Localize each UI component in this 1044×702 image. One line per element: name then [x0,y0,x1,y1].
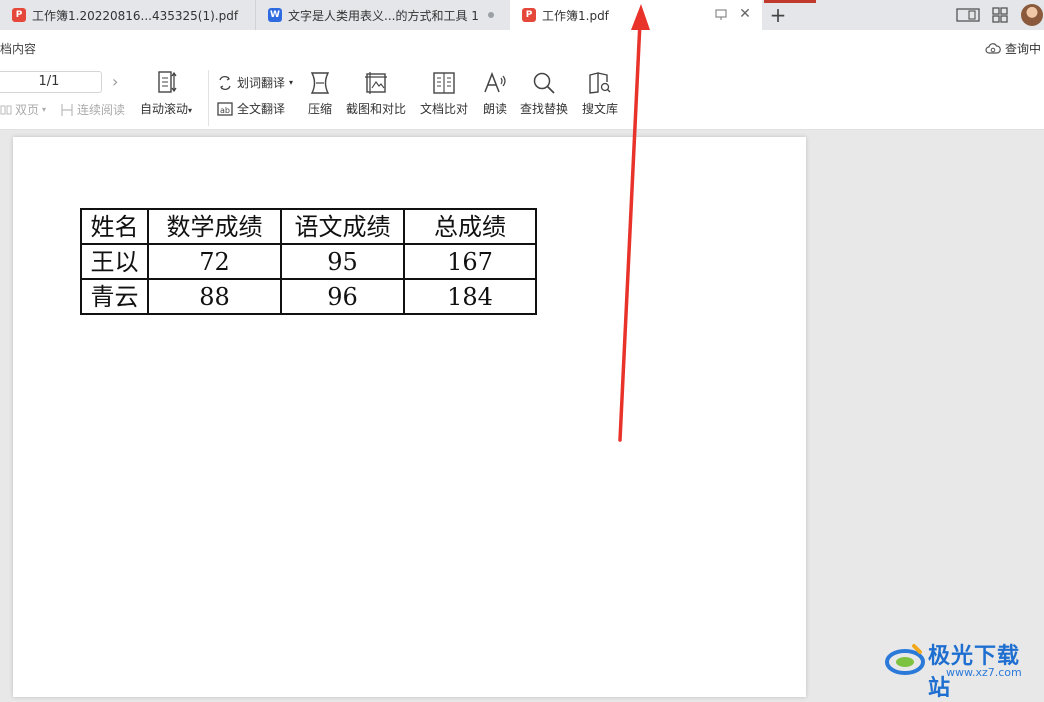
query-label: 查询中 [1005,42,1042,56]
table-cell: 青云 [80,278,149,315]
table-cell: 88 [147,278,282,315]
double-page-icon [0,105,12,114]
header-cell-math: 数学成绩 [147,208,282,245]
query-button[interactable]: 查询中 [985,40,1041,57]
auto-scroll-label: 自动滚动 [140,102,189,116]
close-tab-icon[interactable]: ✕ [738,7,752,21]
full-translate-button[interactable]: ab 全文翻译 [217,100,285,117]
double-page-button[interactable]: 双页 ▾ [0,101,46,118]
cloud-search-icon [985,42,1001,54]
table-cell: 184 [403,278,537,315]
header-cell-name: 姓名 [80,208,149,245]
screenshot-compare-icon [365,72,387,94]
auto-scroll-icon [158,71,177,93]
doc-compare-button[interactable]: 文档比对 [420,70,468,117]
tab-word-doc[interactable]: W 文字是人类用表义...的方式和工具 1 [255,0,510,30]
continuous-read-label: 连续阅读 [77,103,126,117]
watermark-logo-icon [885,644,925,675]
dropdown-caret-icon: ▾ [289,78,294,87]
pdf-icon: P [522,8,536,22]
search-icon [533,72,555,94]
toolbar-divider [208,70,209,126]
page-number-input[interactable]: 1/1 [0,71,102,93]
compress-label: 压缩 [307,102,332,116]
word-translate-icon [219,75,231,90]
tab-label: 工作簿1.20220816...435325(1).pdf [32,8,239,23]
site-watermark: 极光下载站 www.xz7.com [884,636,1040,701]
screenshot-compare-button[interactable]: 截图和对比 [346,70,406,117]
doc-compare-label: 文档比对 [420,102,469,116]
table-row: 王以 72 95 167 [80,243,537,280]
dropdown-caret-icon: ▾ [42,105,47,114]
pdf-icon: P [12,8,26,22]
read-aloud-icon [484,71,506,93]
pdf-page: 姓名 数学成绩 语文成绩 总成绩 王以 72 95 167 青云 88 96 1… [13,137,806,697]
continuous-read-icon [61,103,73,116]
full-translate-label: 全文翻译 [237,102,286,116]
read-aloud-label: 朗读 [482,102,507,116]
document-viewport[interactable]: 姓名 数学成绩 语文成绩 总成绩 王以 72 95 167 青云 88 96 1… [0,130,1044,697]
word-translate-button[interactable]: 划词翻译 ▾ [217,74,293,91]
read-aloud-button[interactable]: 朗读 [482,70,508,117]
table-header-row: 姓名 数学成绩 语文成绩 总成绩 [80,208,537,245]
table-cell: 72 [147,243,282,280]
compress-icon [310,72,330,94]
search-library-label: 搜文库 [582,102,619,116]
continuous-read-button[interactable]: 连续阅读 [60,101,125,118]
new-tab-button[interactable]: + [768,4,788,26]
reading-mode-icon[interactable] [956,7,980,23]
tab-label: 工作簿1.pdf [542,8,609,23]
auto-scroll-button[interactable]: 自动滚动▾ [140,70,192,117]
table-row: 青云 88 96 184 [80,278,537,315]
library-search-icon [589,72,611,94]
grid-apps-icon[interactable] [992,7,1008,23]
tab-bar: P 工作簿1.20220816...435325(1).pdf W 文字是人类用… [0,0,1044,30]
table-cell: 王以 [80,243,149,280]
doc-compare-icon [433,72,455,94]
svg-text:ab: ab [220,106,230,115]
user-avatar[interactable] [1021,4,1043,26]
table-cell: 96 [280,278,405,315]
pdf-toolbar: 档内容 查询中 1/1 › 双页 ▾ 连续阅读 自动滚动▾ 划词翻译 ▾ ab … [0,30,1044,130]
full-translate-icon: ab [217,101,233,116]
table-cell: 95 [280,243,405,280]
next-page-icon[interactable]: › [112,72,118,91]
tab-label: 文字是人类用表义...的方式和工具 1 [288,8,479,23]
find-replace-label: 查找替换 [520,102,569,116]
score-table: 姓名 数学成绩 语文成绩 总成绩 王以 72 95 167 青云 88 96 1… [80,208,537,315]
tab-workbook-pdf-1[interactable]: P 工作簿1.20220816...435325(1).pdf [0,0,255,30]
word-icon: W [268,8,282,22]
doc-content-label[interactable]: 档内容 [0,40,36,57]
unsaved-dot-icon [488,12,494,18]
search-library-button[interactable]: 搜文库 [582,70,618,117]
find-replace-button[interactable]: 查找替换 [520,70,568,117]
screenshot-compare-label: 截图和对比 [346,102,407,116]
double-page-label: 双页 [15,103,40,117]
header-cell-chinese: 语文成绩 [280,208,405,245]
header-cell-total: 总成绩 [403,208,537,245]
tab-workbook-pdf-active[interactable]: P 工作簿1.pdf ✕ [510,0,762,30]
word-translate-label: 划词翻译 [237,76,286,90]
pin-window-icon[interactable] [714,8,728,22]
watermark-url: www.xz7.com [946,666,1022,679]
table-cell: 167 [403,243,537,280]
compress-button[interactable]: 压缩 [307,70,333,117]
dropdown-caret-icon: ▾ [188,106,193,115]
